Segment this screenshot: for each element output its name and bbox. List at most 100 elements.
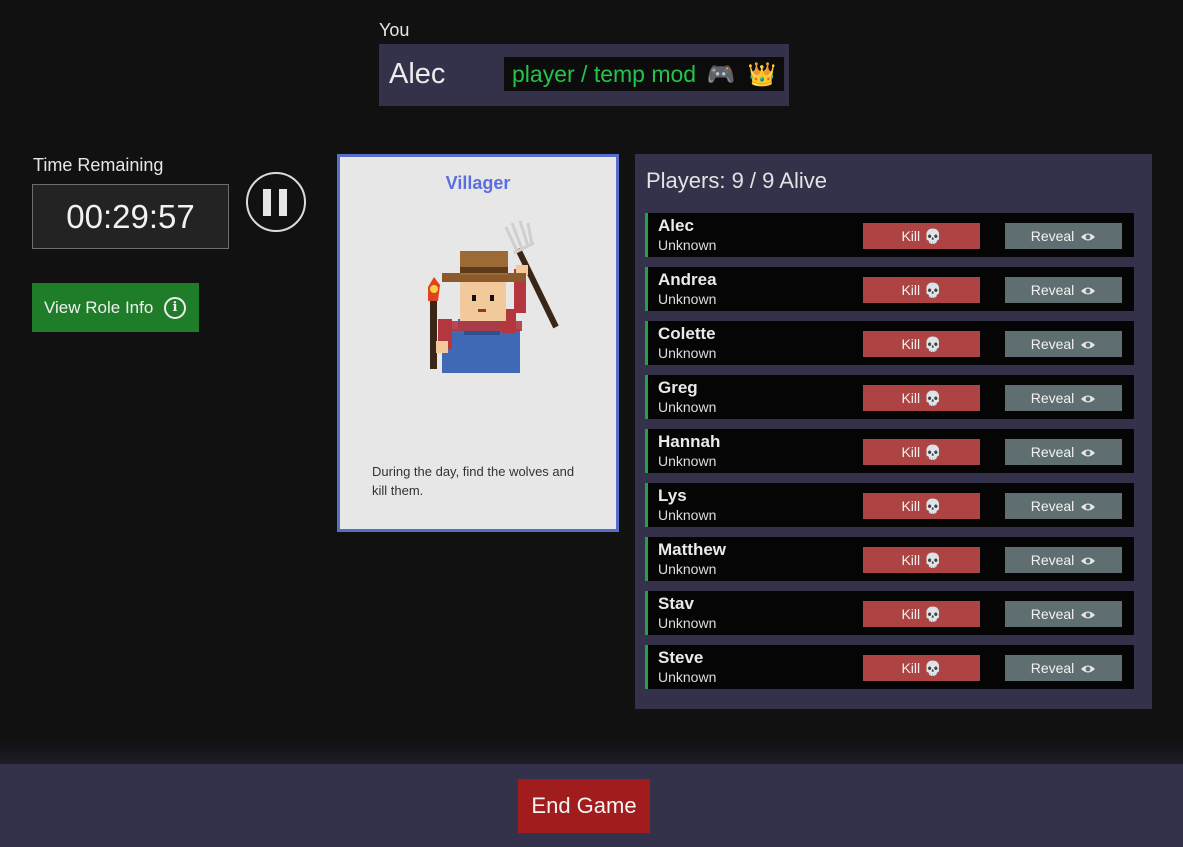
kill-label: Kill: [901, 606, 921, 622]
footer-bar: End Game: [0, 764, 1183, 847]
reveal-label: Reveal: [1030, 552, 1075, 568]
end-game-button[interactable]: End Game: [518, 779, 650, 833]
eye-icon: [1081, 503, 1096, 511]
footer-fade: [0, 740, 1183, 764]
eye-icon: [1081, 611, 1096, 619]
player-name: Hannah: [658, 432, 721, 451]
kill-label: Kill: [901, 336, 921, 352]
player-row: Lys Unknown Kill 💀 Reveal: [645, 483, 1134, 527]
reveal-label: Reveal: [1030, 336, 1075, 352]
time-remaining-label: Time Remaining: [33, 155, 164, 175]
player-status: Unknown: [658, 345, 717, 361]
role-tag: player / temp mod 🎮 👑: [504, 57, 785, 91]
eye-icon: [1081, 341, 1096, 349]
view-role-info-button[interactable]: View Role Info i: [32, 283, 199, 332]
player-status: Unknown: [658, 507, 717, 523]
reveal-button[interactable]: Reveal: [1005, 655, 1122, 681]
skull-icon: 💀: [924, 444, 942, 460]
kill-button[interactable]: Kill 💀: [863, 601, 980, 627]
kill-label: Kill: [901, 444, 921, 460]
reveal-label: Reveal: [1030, 498, 1075, 514]
player-row: Hannah Unknown Kill 💀 Reveal: [645, 429, 1134, 473]
role-card: Villager During the day, find the wolves…: [337, 154, 619, 532]
eye-icon: [1081, 395, 1096, 403]
kill-label: Kill: [901, 552, 921, 568]
reveal-button[interactable]: Reveal: [1005, 385, 1122, 411]
skull-icon: 💀: [924, 606, 942, 622]
reveal-label: Reveal: [1030, 390, 1075, 406]
kill-button[interactable]: Kill 💀: [863, 331, 980, 357]
kill-button[interactable]: Kill 💀: [863, 655, 980, 681]
reveal-button[interactable]: Reveal: [1005, 331, 1122, 357]
eye-icon: [1081, 287, 1096, 295]
skull-icon: 💀: [924, 228, 942, 244]
skull-icon: 💀: [924, 390, 942, 406]
player-status: Unknown: [658, 291, 717, 307]
view-role-info-label: View Role Info: [44, 298, 154, 317]
role-card-title: Villager: [445, 173, 511, 193]
reveal-label: Reveal: [1030, 282, 1075, 298]
role-tag-text: player / temp mod: [512, 61, 697, 87]
role-card-description: During the day, find the wolves and kill…: [372, 464, 575, 498]
you-panel: Alec player / temp mod 🎮 👑: [379, 44, 789, 106]
villager-illustration: [428, 220, 559, 373]
kill-button[interactable]: Kill 💀: [863, 385, 980, 411]
reveal-button[interactable]: Reveal: [1005, 547, 1122, 573]
reveal-button[interactable]: Reveal: [1005, 493, 1122, 519]
pause-button[interactable]: [246, 172, 306, 232]
player-name: Andrea: [658, 270, 717, 289]
kill-button[interactable]: Kill 💀: [863, 493, 980, 519]
player-name: Matthew: [658, 540, 726, 559]
kill-label: Kill: [901, 498, 921, 514]
skull-icon: 💀: [924, 660, 942, 676]
reveal-button[interactable]: Reveal: [1005, 439, 1122, 465]
you-name: Alec: [389, 58, 446, 90]
kill-button[interactable]: Kill 💀: [863, 547, 980, 573]
kill-label: Kill: [901, 660, 921, 676]
reveal-label: Reveal: [1030, 228, 1075, 244]
player-row: Steve Unknown Kill 💀 Reveal: [645, 645, 1134, 689]
player-status: Unknown: [658, 561, 717, 577]
kill-label: Kill: [901, 282, 921, 298]
kill-button[interactable]: Kill 💀: [863, 223, 980, 249]
kill-button[interactable]: Kill 💀: [863, 277, 980, 303]
player-name: Greg: [658, 378, 698, 397]
reveal-label: Reveal: [1030, 444, 1075, 460]
reveal-button[interactable]: Reveal: [1005, 223, 1122, 249]
player-name: Alec: [658, 216, 694, 235]
player-row: Colette Unknown Kill 💀 Reveal: [645, 321, 1134, 365]
player-status: Unknown: [658, 669, 717, 685]
player-name: Stav: [658, 594, 694, 613]
player-row: Matthew Unknown Kill 💀 Reveal: [645, 537, 1134, 581]
player-row: Greg Unknown Kill 💀 Reveal: [645, 375, 1134, 419]
crown-icon: 👑: [747, 61, 777, 87]
player-status: Unknown: [658, 615, 717, 631]
player-name: Steve: [658, 648, 704, 667]
reveal-label: Reveal: [1030, 660, 1075, 676]
reveal-button[interactable]: Reveal: [1005, 277, 1122, 303]
player-name: Colette: [658, 324, 716, 343]
eye-icon: [1081, 449, 1096, 457]
player-status: Unknown: [658, 237, 717, 253]
skull-icon: 💀: [924, 336, 942, 352]
eye-icon: [1081, 233, 1096, 241]
skull-icon: 💀: [924, 498, 942, 514]
eye-icon: [1081, 665, 1096, 673]
reveal-button[interactable]: Reveal: [1005, 601, 1122, 627]
skull-icon: 💀: [924, 552, 942, 568]
info-icon: i: [164, 297, 186, 319]
player-status: Unknown: [658, 453, 717, 469]
kill-button[interactable]: Kill 💀: [863, 439, 980, 465]
you-label: You: [379, 20, 410, 40]
player-name: Lys: [658, 486, 687, 505]
player-row: Stav Unknown Kill 💀 Reveal: [645, 591, 1134, 635]
reveal-label: Reveal: [1030, 606, 1075, 622]
player-row: Alec Unknown Kill 💀 Reveal: [645, 213, 1134, 257]
skull-icon: 💀: [924, 282, 942, 298]
players-panel: Players: 9 / 9 Alive Alec Unknown Kill 💀 Rev…: [635, 154, 1152, 709]
eye-icon: [1081, 557, 1096, 565]
gamepad-icon: 🎮: [706, 61, 736, 87]
timer-display: 00:29:57: [32, 184, 229, 249]
kill-label: Kill: [901, 390, 921, 406]
players-title: Players: 9 / 9 Alive: [646, 168, 827, 193]
